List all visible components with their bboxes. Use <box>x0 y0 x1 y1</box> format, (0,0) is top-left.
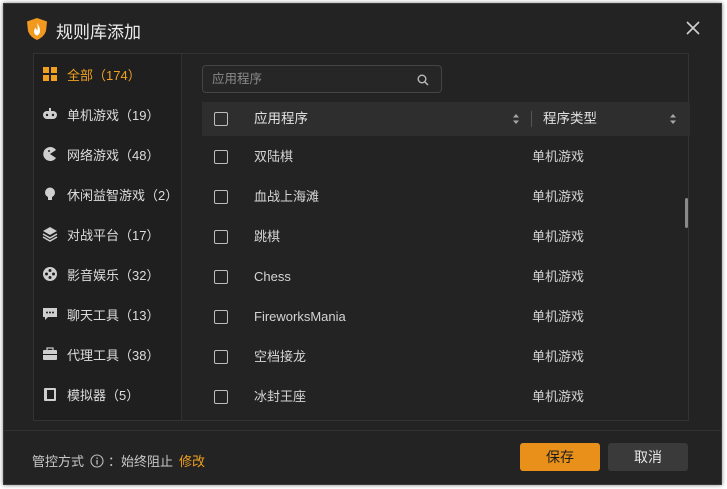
search-box <box>202 65 442 93</box>
sidebar-item-casual-puzzle-games[interactable]: 休闲益智游戏（2） <box>34 174 181 214</box>
row-program-type: 单机游戏 <box>532 309 585 324</box>
sidebar-item-battle-platform[interactable]: 对战平台（17） <box>34 214 181 254</box>
row-app-name: 空档接龙 <box>254 349 307 364</box>
row-app-name: 双陆棋 <box>254 149 294 164</box>
policy-label: 管控方式 <box>32 454 85 469</box>
row-program-type: 单机游戏 <box>532 269 585 284</box>
device-icon <box>44 388 56 401</box>
dialog-title: 规则库添加 <box>56 23 141 42</box>
sidebar-item-proxy-tools[interactable]: 代理工具（38） <box>34 334 181 374</box>
column-header-program-type[interactable]: 程序类型 <box>543 102 597 136</box>
table-row[interactable]: 血战上海滩 单机游戏 <box>202 177 690 217</box>
layers-icon <box>42 227 58 242</box>
shield-flame-logo-icon <box>27 18 47 40</box>
table-row[interactable]: 双陆棋 单机游戏 <box>202 137 690 177</box>
film-reel-icon <box>43 267 57 281</box>
dialog-footer: 管控方式 ：始终阻止 修改 保存 取消 <box>4 430 721 486</box>
sort-icon[interactable] <box>512 112 520 126</box>
sort-icon[interactable] <box>669 112 677 126</box>
row-checkbox[interactable] <box>214 310 228 324</box>
row-checkbox[interactable] <box>214 150 228 164</box>
row-app-name: 血战上海滩 <box>254 189 320 204</box>
row-checkbox[interactable] <box>214 270 228 284</box>
sidebar-item-label: 全部（174） <box>67 67 141 83</box>
column-header-application[interactable]: 应用程序 <box>254 102 308 136</box>
sidebar-item-label: 单机游戏（19） <box>67 107 160 123</box>
sidebar-item-emulator[interactable]: 模拟器（5） <box>34 374 181 414</box>
search-input[interactable] <box>203 66 413 92</box>
policy-value: ：始终阻止 <box>108 454 174 469</box>
sidebar-item-all[interactable]: 全部（174） <box>34 54 181 94</box>
sidebar-item-label: 网络游戏（48） <box>67 147 160 163</box>
close-icon[interactable] <box>683 18 703 38</box>
info-icon[interactable] <box>90 453 104 468</box>
modify-link[interactable]: 修改 <box>179 451 205 470</box>
sidebar-item-media-entertainment[interactable]: 影音娱乐（32） <box>34 254 181 294</box>
title-bar: 规则库添加 <box>4 4 721 52</box>
category-sidebar: 全部（174） 单机游戏（19） 网络游戏（48） 休闲益智游戏（2） 对战平台… <box>34 54 182 420</box>
row-program-type: 单机游戏 <box>532 149 585 164</box>
sidebar-item-label: 代理工具（38） <box>67 347 160 363</box>
row-program-type: 单机游戏 <box>532 229 585 244</box>
application-table: 应用程序 程序类型 双陆棋 单机游戏 血战上海滩 单机游戏 跳棋 单机游戏 Ch… <box>202 102 690 422</box>
row-app-name: 冰封王座 <box>254 389 307 404</box>
row-checkbox[interactable] <box>214 350 228 364</box>
sidebar-item-single-player-games[interactable]: 单机游戏（19） <box>34 94 181 134</box>
main-panel: 全部（174） 单机游戏（19） 网络游戏（48） 休闲益智游戏（2） 对战平台… <box>33 53 690 422</box>
table-row[interactable]: 跳棋 单机游戏 <box>202 217 690 257</box>
row-program-type: 单机游戏 <box>532 349 585 364</box>
sidebar-item-chat-tools[interactable]: 聊天工具（13） <box>34 294 181 334</box>
row-checkbox[interactable] <box>214 190 228 204</box>
sidebar-item-label: 休闲益智游戏（2） <box>67 187 179 203</box>
table-row[interactable]: FireworksMania 单机游戏 <box>202 297 690 337</box>
select-all-checkbox[interactable] <box>214 112 228 126</box>
sidebar-item-label: 影音娱乐（32） <box>67 267 160 283</box>
chat-icon <box>43 308 57 320</box>
pacman-icon <box>43 147 56 161</box>
table-row[interactable]: 空档接龙 单机游戏 <box>202 337 690 377</box>
row-app-name: 跳棋 <box>254 229 281 244</box>
column-divider <box>531 111 532 127</box>
table-header: 应用程序 程序类型 <box>202 102 690 136</box>
grid-icon <box>43 67 57 81</box>
row-app-name: FireworksMania <box>254 309 346 324</box>
bulb-icon <box>45 187 55 200</box>
sidebar-item-online-games[interactable]: 网络游戏（48） <box>34 134 181 174</box>
gamepad-icon <box>43 108 57 119</box>
control-policy: 管控方式 ：始终阻止 修改 <box>32 451 205 470</box>
row-checkbox[interactable] <box>214 390 228 404</box>
content-area: 应用程序 程序类型 双陆棋 单机游戏 血 <box>183 54 690 422</box>
rule-library-add-dialog: 规则库添加 全部（174） 单机游戏（19） 网络游戏（48） 休闲益智游戏（2… <box>3 3 722 485</box>
scrollbar-thumb[interactable] <box>685 198 688 228</box>
search-icon[interactable] <box>417 74 429 86</box>
row-app-name: Chess <box>254 269 291 284</box>
cancel-button[interactable]: 取消 <box>608 443 688 471</box>
save-button[interactable]: 保存 <box>520 443 600 471</box>
table-row[interactable]: 冰封王座 单机游戏 <box>202 377 690 417</box>
row-program-type: 单机游戏 <box>532 189 585 204</box>
table-row[interactable]: Chess 单机游戏 <box>202 257 690 297</box>
row-checkbox[interactable] <box>214 230 228 244</box>
sidebar-item-label: 对战平台（17） <box>67 227 160 243</box>
row-program-type: 单机游戏 <box>532 389 585 404</box>
sidebar-item-label: 聊天工具（13） <box>67 307 160 323</box>
sidebar-item-label: 模拟器（5） <box>67 387 140 403</box>
briefcase-icon <box>43 347 57 360</box>
